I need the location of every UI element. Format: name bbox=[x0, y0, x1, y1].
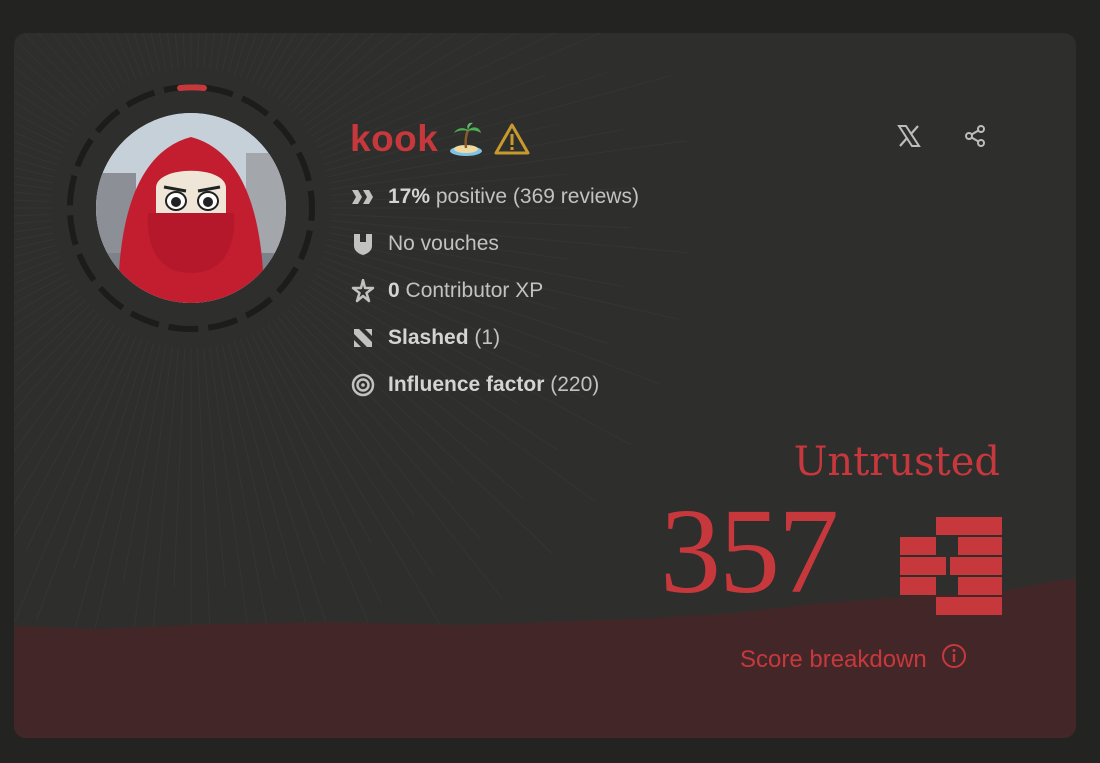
profile-card: kook 17% positive (369 reviews) No vouch… bbox=[14, 33, 1076, 738]
xp-label: Contributor XP bbox=[405, 278, 544, 302]
score-breakdown-link[interactable]: Score breakdown bbox=[740, 643, 967, 676]
vouches-label: No vouches bbox=[388, 231, 499, 255]
slash-icon bbox=[350, 325, 376, 351]
slashed-label: Slashed bbox=[388, 325, 469, 349]
warning-triangle-icon bbox=[494, 122, 530, 156]
avatar-container bbox=[64, 81, 318, 335]
ethos-logo-icon bbox=[900, 517, 1002, 615]
x-profile-button[interactable] bbox=[892, 121, 926, 155]
stat-vouches[interactable]: No vouches bbox=[350, 220, 639, 267]
name-row: kook bbox=[350, 117, 530, 161]
positive-label: positive bbox=[435, 184, 508, 208]
score-breakdown-label: Score breakdown bbox=[740, 645, 927, 673]
reviews-count: (369 reviews) bbox=[512, 184, 639, 208]
share-button[interactable] bbox=[958, 121, 992, 155]
info-icon[interactable] bbox=[941, 643, 967, 676]
trust-level: Untrusted bbox=[793, 439, 1000, 485]
influence-label: Influence factor bbox=[388, 372, 545, 396]
stat-slashed[interactable]: Slashed (1) bbox=[350, 314, 639, 361]
slashed-count: (1) bbox=[474, 325, 501, 349]
influence-icon bbox=[350, 372, 376, 398]
influence-value: (220) bbox=[550, 372, 600, 396]
stat-reviews[interactable]: 17% positive (369 reviews) bbox=[350, 173, 639, 220]
sparkle-icon bbox=[350, 278, 376, 304]
avatar[interactable] bbox=[96, 113, 286, 303]
share-icon bbox=[963, 124, 987, 153]
xp-value: 0 bbox=[388, 278, 400, 302]
credibility-score: 357 bbox=[660, 484, 839, 619]
positive-percent: 17% bbox=[388, 184, 431, 208]
profile-actions bbox=[892, 121, 992, 155]
stats-list: 17% positive (369 reviews) No vouches 0 … bbox=[350, 173, 639, 408]
profile-name[interactable]: kook bbox=[350, 118, 438, 160]
vouch-shield-icon bbox=[350, 231, 376, 257]
reviews-icon bbox=[350, 184, 376, 210]
x-logo-icon bbox=[897, 124, 921, 153]
island-emoji-icon bbox=[448, 121, 484, 157]
stat-xp[interactable]: 0 Contributor XP bbox=[350, 267, 639, 314]
stat-influence[interactable]: Influence factor (220) bbox=[350, 361, 639, 408]
